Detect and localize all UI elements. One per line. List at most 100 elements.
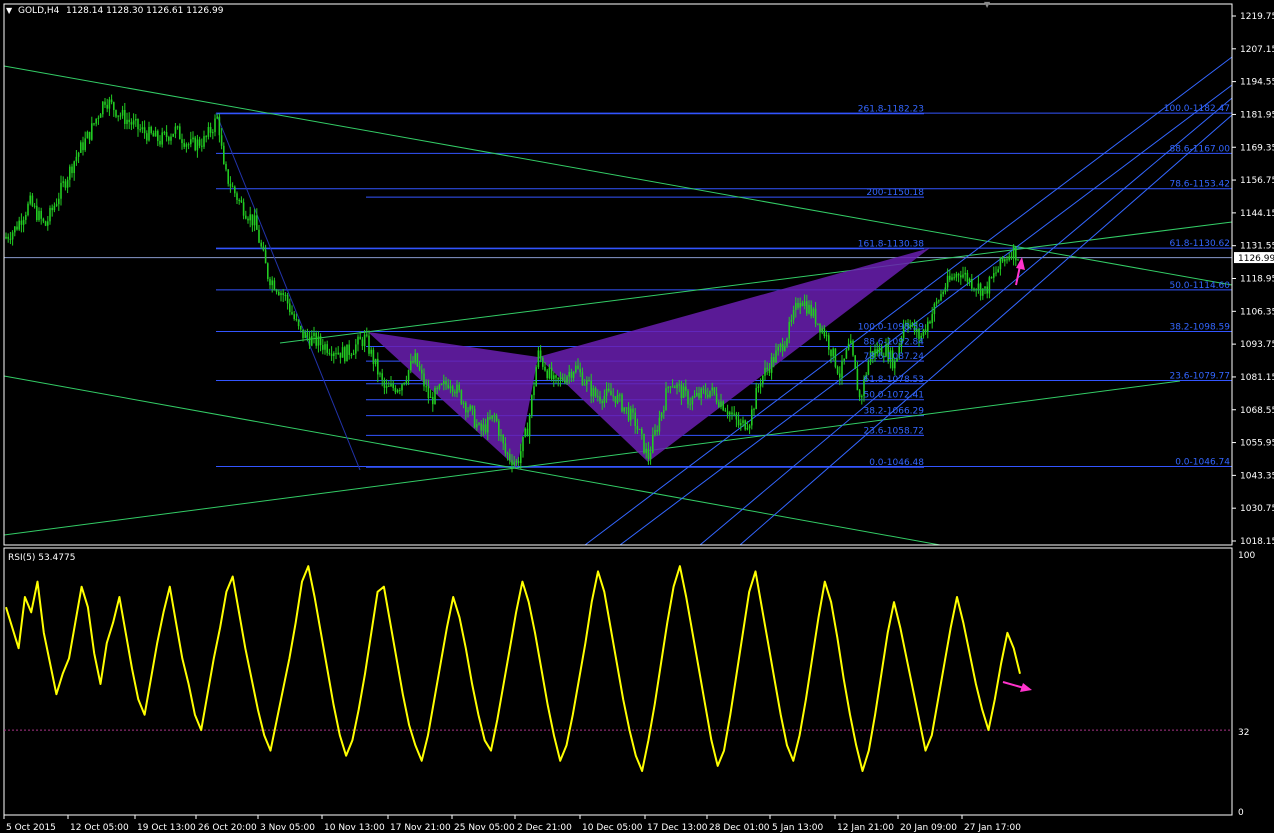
candle-body — [84, 138, 86, 151]
candle-body — [9, 238, 12, 240]
candle-body — [295, 319, 298, 321]
candle-body — [533, 386, 535, 396]
candle-body — [165, 132, 168, 138]
candle-body — [581, 372, 584, 385]
candle-body — [691, 397, 694, 405]
candle-body — [416, 353, 419, 367]
candle-body — [707, 394, 709, 398]
candle-body — [951, 277, 953, 280]
time-tick-label: 3 Nov 05:00 — [260, 823, 315, 833]
candle-body — [685, 386, 687, 391]
candle-body — [110, 99, 113, 103]
candle-body — [29, 195, 31, 204]
candle-body — [361, 339, 364, 347]
time-tick-label: 20 Jan 09:00 — [900, 823, 957, 833]
candle-body — [616, 394, 619, 403]
candle-body — [1008, 256, 1010, 260]
candle-body — [704, 389, 707, 395]
candle-body — [977, 283, 980, 290]
candle-body — [601, 401, 603, 404]
candle-body — [113, 102, 115, 111]
candle-body — [797, 302, 799, 308]
fib-right-label: 0.0-1046.74 — [1175, 458, 1230, 468]
candle-body — [368, 335, 370, 354]
candle-body — [821, 328, 823, 333]
price-tick-label: 1081.15 — [1240, 373, 1274, 383]
candle-body — [209, 127, 212, 133]
candle-body — [16, 226, 18, 230]
candle-body — [724, 410, 727, 412]
fib-right-label: 50.0-1114.60 — [1169, 281, 1230, 291]
candle-body — [242, 202, 245, 216]
candle-body — [218, 116, 221, 136]
candle-body — [339, 352, 342, 358]
candle-body — [702, 388, 705, 390]
candle-body — [311, 336, 313, 346]
candle-body — [168, 137, 170, 141]
time-tick-label: 19 Oct 13:00 — [137, 823, 196, 833]
candle-body — [135, 118, 137, 121]
candle-body — [482, 424, 485, 431]
dropdown-icon[interactable]: ▼ — [6, 6, 13, 15]
candle-body — [55, 204, 58, 206]
fib-left-label: 200-1150.18 — [866, 188, 924, 198]
candle-body — [245, 215, 247, 219]
candle-body — [62, 181, 64, 183]
candle-body — [454, 391, 456, 394]
candle-body — [284, 294, 287, 296]
candle-body — [141, 127, 144, 130]
candle-body — [240, 200, 243, 203]
candle-body — [394, 387, 397, 393]
candle-body — [467, 410, 469, 413]
candle-body — [625, 407, 628, 409]
candle-body — [799, 302, 801, 308]
candle-body — [839, 373, 841, 378]
candle-body — [995, 272, 997, 274]
candle-body — [302, 329, 304, 338]
candle-body — [401, 384, 403, 391]
candle-body — [729, 412, 731, 415]
candle-body — [282, 293, 284, 296]
candle-body — [649, 452, 652, 460]
candle-body — [682, 386, 685, 398]
candle-body — [205, 136, 207, 138]
candle-body — [392, 383, 394, 388]
candle-body — [632, 408, 634, 413]
candle-body — [366, 334, 368, 336]
candle-body — [117, 115, 119, 117]
candle-body — [861, 395, 863, 398]
candle-body — [599, 396, 601, 402]
price-tick-label: 1156.75 — [1240, 176, 1274, 186]
candle-body — [949, 275, 951, 280]
fib-left-label: 78.6-1087.24 — [863, 352, 924, 362]
candle-body — [759, 383, 762, 387]
candle-body — [671, 386, 674, 388]
symbol-title: GOLD,H4 — [18, 6, 60, 16]
candle-body — [764, 367, 766, 376]
time-tick-label: 12 Jan 21:00 — [837, 823, 894, 833]
fib-left-label: 0.0-1046.48 — [869, 458, 924, 468]
candle-body — [858, 390, 861, 398]
candle-body — [451, 386, 454, 392]
price-tick-label: 1055.95 — [1240, 439, 1274, 449]
fib-right-label: 88.6-1167.00 — [1169, 144, 1230, 154]
candle-body — [212, 132, 214, 134]
candle-body — [509, 454, 511, 461]
candle-body — [51, 207, 53, 211]
candle-body — [652, 434, 654, 453]
price-tick-label: 1194.55 — [1240, 78, 1274, 88]
time-tick-label: 27 Jan 17:00 — [964, 823, 1021, 833]
candle-body — [44, 221, 47, 226]
candle-body — [86, 131, 89, 139]
candle-body — [381, 373, 383, 380]
candle-body — [938, 300, 940, 302]
candle-body — [792, 309, 795, 320]
time-tick-label: 12 Oct 05:00 — [70, 823, 129, 833]
ohlc-values: 1128.14 1128.30 1126.61 1126.99 — [66, 6, 224, 16]
candle-body — [491, 415, 493, 419]
candle-body — [506, 453, 509, 455]
fib-right-label: 61.8-1130.62 — [1169, 239, 1230, 249]
candle-body — [456, 384, 458, 394]
candle-body — [99, 114, 102, 118]
candle-body — [927, 321, 929, 333]
